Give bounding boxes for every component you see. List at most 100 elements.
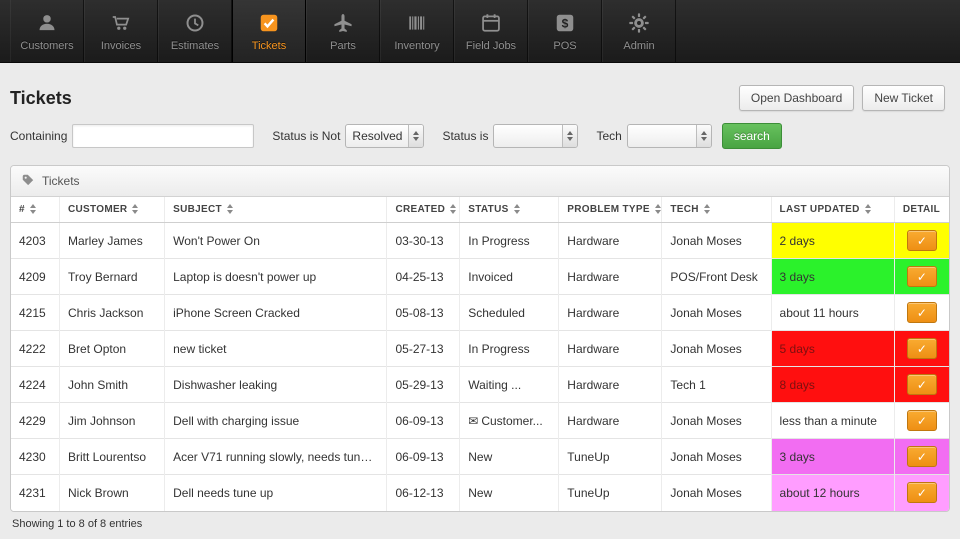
envelope-icon: ✉ [468,413,479,428]
ticket-detail-button[interactable]: ✓ [906,266,937,287]
ticket-tech: Tech 1 [661,366,772,403]
ticket-customer: Marley James [59,222,166,259]
admin-icon [628,11,650,35]
ticket-detail-button[interactable]: ✓ [906,482,937,504]
ticket-customer: Britt Lourentso [59,438,166,475]
ticket-id: 4222 [11,330,61,367]
column-header-customer[interactable]: Customer [59,197,166,223]
table-row[interactable]: 4203 Marley James Won't Power On 03-30-1… [11,222,949,259]
nav-item-label: Tickets [251,39,287,52]
stepper-icon [408,125,424,147]
nav-item-estimates[interactable]: Estimates [158,0,232,62]
ticket-subject: Dell needs tune up [164,474,388,511]
ticket-tech: Jonah Moses [661,222,772,259]
ticket-detail-button[interactable]: ✓ [906,446,937,467]
status-is-label: Status is [442,129,489,143]
open-dashboard-button[interactable]: Open Dashboard [738,85,855,111]
ticket-last-updated: about 12 hours [771,474,895,511]
column-header-problem-type[interactable]: Problem Type [558,197,663,223]
nav-item-label: POS [553,39,577,52]
table-row[interactable]: 4231 Nick Brown Dell needs tune up 06-12… [11,474,949,511]
column-header-status[interactable]: Status [459,197,560,223]
ticket-problem-type: TuneUp [558,438,663,475]
column-header-#[interactable]: # [11,197,61,223]
ticket-detail-cell: ✓ [894,366,949,403]
page-content: Tickets Open Dashboard New Ticket Contai… [0,85,960,530]
ticket-created: 06-12-13 [386,474,461,511]
status-is-not-label: Status is Not [272,129,341,143]
ticket-created: 04-25-13 [386,258,461,295]
ticket-problem-type: Hardware [558,294,663,331]
ticket-created: 06-09-13 [386,402,461,439]
sort-icon [513,204,520,215]
nav-item-label: Admin [623,39,655,52]
ticket-status: In Progress [459,222,560,259]
ticket-tech: Jonah Moses [661,330,772,367]
ticket-problem-type: TuneUp [558,474,663,511]
nav-item-tickets[interactable]: Tickets [232,0,306,62]
ticket-subject: Dell with charging issue [164,402,388,439]
nav-item-inventory[interactable]: Inventory [380,0,454,62]
filter-bar: Containing Status is Not Resolved Status… [10,123,950,149]
table-row[interactable]: 4215 Chris Jackson iPhone Screen Cracked… [11,294,949,331]
sort-icon [226,204,233,215]
tickets-table: # Customer Subject Created Status Problem Typ… [11,197,949,511]
tickets-tbody: 4203 Marley James Won't Power On 03-30-1… [11,222,949,511]
tech-select[interactable] [626,124,712,148]
nav-item-parts[interactable]: Parts [306,0,380,62]
ticket-last-updated: 3 days [771,258,895,295]
ticket-last-updated: 5 days [771,330,895,367]
column-header-tech[interactable]: Tech [661,197,772,223]
table-header-row: # Customer Subject Created Status Problem Typ… [11,197,949,223]
sort-icon [654,204,661,215]
nav-item-admin[interactable]: Admin [602,0,676,62]
nav-item-label: Invoices [100,39,142,52]
ticket-id: 4224 [11,366,61,403]
column-header-last-updated[interactable]: Last Updated [771,197,895,223]
ticket-status: Waiting ... [459,366,560,403]
ticket-detail-cell: ✓ [894,222,949,259]
nav-item-label: Inventory [394,39,440,52]
nav-item-customers[interactable]: Customers [10,0,84,62]
table-row[interactable]: 4224 John Smith Dishwasher leaking 05-29… [11,366,949,403]
ticket-tech: POS/Front Desk [661,258,772,295]
ticket-created: 03-30-13 [386,222,461,259]
containing-label: Containing [10,129,68,143]
table-row[interactable]: 4229 Jim Johnson Dell with charging issu… [11,402,949,439]
column-header-created[interactable]: Created [386,197,461,223]
ticket-detail-button[interactable]: ✓ [906,338,937,359]
estimates-icon [184,11,206,35]
nav-item-label: Customers [20,39,74,52]
new-ticket-button[interactable]: New Ticket [862,85,945,111]
ticket-status: Scheduled [459,294,560,331]
table-row[interactable]: 4209 Troy Bernard Laptop is doesn't powe… [11,258,949,295]
status-is-not-select[interactable]: Resolved [345,124,425,148]
ticket-detail-button[interactable]: ✓ [906,374,937,395]
nav-item-invoices[interactable]: Invoices [84,0,158,62]
nav-item-label: Estimates [170,39,220,52]
ticket-detail-button[interactable]: ✓ [906,230,937,251]
status-is-select[interactable] [493,124,579,148]
check-icon: ✓ [916,485,927,500]
nav-item-pos[interactable]: $ POS [528,0,602,62]
ticket-tech: Jonah Moses [661,474,772,511]
ticket-tech: Jonah Moses [661,402,772,439]
inventory-icon [406,11,428,35]
check-icon: ✓ [916,413,927,428]
ticket-id: 4230 [11,438,61,475]
ticket-created: 05-27-13 [386,330,461,367]
column-header-subject[interactable]: Subject [164,197,388,223]
table-row[interactable]: 4222 Bret Opton new ticket 05-27-13 In P… [11,330,949,367]
containing-input[interactable] [72,124,255,148]
ticket-last-updated: 2 days [771,222,895,259]
ticket-created: 05-29-13 [386,366,461,403]
ticket-detail-button[interactable]: ✓ [906,302,937,323]
ticket-detail-cell: ✓ [894,474,949,511]
ticket-detail-button[interactable]: ✓ [906,410,937,431]
nav-item-label: Parts [330,39,356,52]
search-button[interactable]: search [721,123,782,149]
ticket-detail-cell: ✓ [894,258,949,295]
table-row[interactable]: 4230 Britt Lourentso Acer V71 running sl… [11,438,949,475]
nav-item-field-jobs[interactable]: Field Jobs [454,0,528,62]
ticket-customer: Troy Bernard [59,258,166,295]
